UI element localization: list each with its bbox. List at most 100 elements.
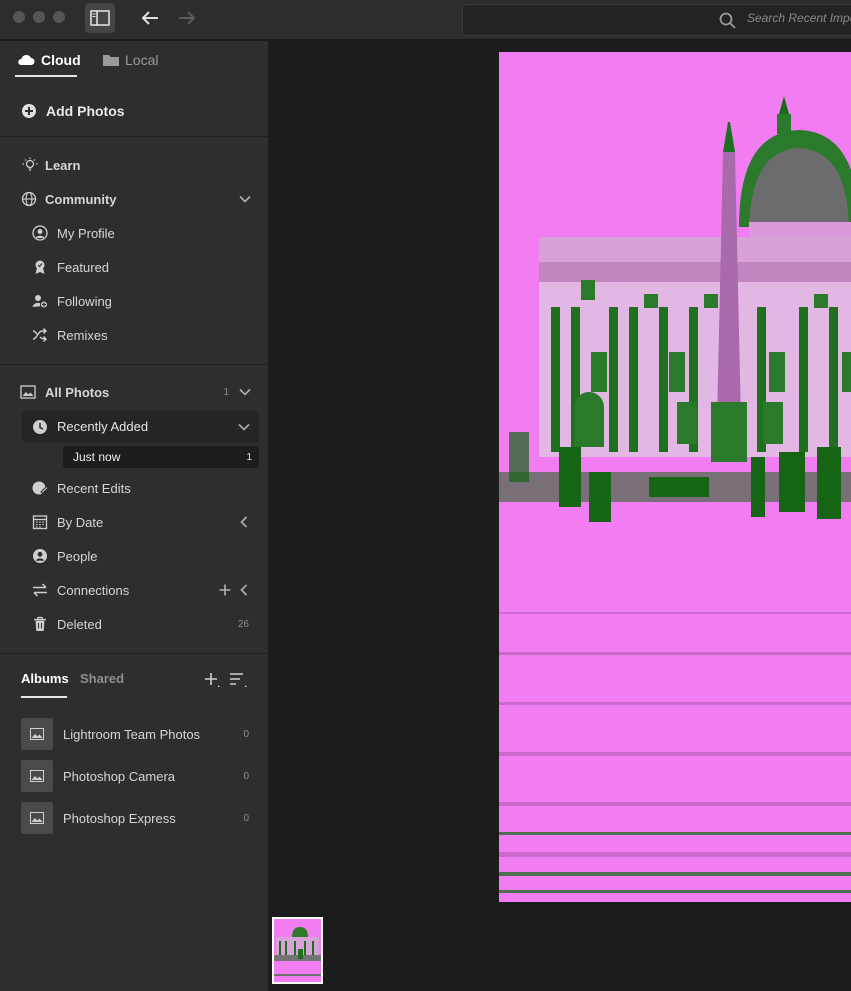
sidebar-item-following[interactable]: Following — [0, 286, 269, 316]
tab-local[interactable]: Local — [103, 52, 158, 68]
learn-label: Learn — [45, 157, 81, 173]
album-name: Photoshop Camera — [63, 768, 176, 784]
album-count: 0 — [243, 770, 249, 782]
cloud-icon — [18, 54, 35, 65]
photo-library-icon — [20, 384, 36, 400]
divider — [0, 136, 269, 137]
sidebar-item-learn[interactable]: Learn — [0, 150, 269, 180]
search-input[interactable] — [747, 11, 851, 25]
all-photos-label: All Photos — [45, 384, 110, 400]
chevron-left-icon[interactable] — [240, 584, 248, 596]
arrow-left-icon — [141, 11, 158, 25]
my-profile-label: My Profile — [57, 225, 115, 241]
community-label: Community — [45, 191, 117, 207]
search-field[interactable] — [462, 4, 851, 36]
award-icon — [32, 259, 48, 275]
sidebar-item-community[interactable]: Community — [0, 184, 269, 214]
people-label: People — [57, 548, 98, 564]
sidebar-item-people[interactable]: People — [0, 541, 269, 571]
albums-tab-indicator — [21, 696, 67, 698]
sidebar-item-remixes[interactable]: Remixes — [0, 320, 269, 350]
sidebar-item-deleted[interactable]: Deleted 26 — [0, 609, 269, 639]
folder-icon — [103, 55, 119, 66]
edit-badge-icon — [32, 480, 48, 496]
tab-active-indicator — [15, 75, 77, 77]
all-photos-count: 1 — [223, 386, 229, 398]
chevron-down-icon[interactable] — [238, 423, 250, 431]
lightbulb-icon — [22, 157, 38, 173]
back-button[interactable] — [135, 3, 165, 33]
tab-albums[interactable]: Albums — [21, 671, 69, 686]
album-image-icon — [21, 718, 53, 750]
album-item[interactable]: Lightroom Team Photos 0 — [0, 718, 269, 750]
sidebar-item-recent-edits[interactable]: Recent Edits — [0, 473, 269, 503]
albums-tabs: Albums Shared — [0, 666, 269, 702]
photo-image — [499, 52, 851, 902]
title-bar — [0, 0, 851, 40]
source-tabs: Cloud Local — [0, 41, 269, 86]
sidebar-item-featured[interactable]: Featured — [0, 252, 269, 282]
just-now-count: 1 — [246, 451, 252, 463]
connections-icon — [32, 582, 48, 598]
recent-edits-label: Recent Edits — [57, 480, 131, 496]
just-now-label: Just now — [73, 450, 121, 464]
search-icon — [719, 12, 736, 29]
album-image-icon — [21, 760, 53, 792]
close-window-button[interactable] — [13, 11, 25, 23]
filmstrip-thumbnail[interactable] — [272, 917, 323, 984]
chevron-left-icon[interactable] — [240, 516, 248, 528]
album-name: Lightroom Team Photos — [63, 726, 201, 742]
plus-icon[interactable] — [219, 584, 231, 596]
sidebar-item-recently-added[interactable]: Recently Added — [22, 411, 259, 443]
plus-circle-icon — [21, 103, 37, 119]
album-item[interactable]: Photoshop Camera 0 — [0, 760, 269, 792]
thumbnail-image — [274, 919, 321, 982]
divider — [0, 653, 269, 654]
sidebar-item-connections[interactable]: Connections — [0, 575, 269, 605]
forward-button[interactable] — [172, 3, 202, 33]
connections-label: Connections — [57, 582, 130, 598]
trash-icon — [32, 616, 48, 632]
album-image-icon — [21, 802, 53, 834]
add-album-icon[interactable] — [204, 672, 222, 688]
profile-icon — [32, 225, 48, 241]
calendar-icon — [32, 514, 48, 530]
remix-icon — [32, 327, 48, 343]
deleted-label: Deleted — [57, 616, 102, 632]
sidebar-item-by-date[interactable]: By Date — [0, 507, 269, 537]
tab-shared[interactable]: Shared — [80, 671, 124, 686]
chevron-down-icon[interactable] — [239, 388, 251, 396]
album-name: Photoshop Express — [63, 810, 176, 826]
sidebar-item-all-photos[interactable]: All Photos 1 — [0, 377, 269, 407]
by-date-label: By Date — [57, 514, 104, 530]
album-count: 0 — [243, 812, 249, 824]
tab-local-label: Local — [125, 52, 159, 68]
main-photo[interactable] — [499, 52, 851, 902]
sidebar-item-just-now[interactable]: Just now 1 — [63, 446, 259, 468]
tab-cloud[interactable]: Cloud — [17, 52, 81, 68]
featured-label: Featured — [57, 259, 110, 275]
photo-view — [270, 41, 851, 991]
add-photos-label: Add Photos — [46, 103, 125, 119]
recently-added-label: Recently Added — [57, 419, 149, 434]
album-item[interactable]: Photoshop Express 0 — [0, 802, 269, 834]
sort-icon[interactable] — [229, 672, 249, 688]
sidebar-panel-icon — [90, 10, 110, 26]
sidebar: Cloud Local Add Photos Learn Community M… — [0, 41, 269, 991]
toggle-panel-button[interactable] — [85, 3, 115, 33]
tab-cloud-label: Cloud — [41, 52, 81, 68]
divider — [0, 364, 269, 365]
zoom-window-button[interactable] — [53, 11, 65, 23]
globe-icon — [21, 191, 37, 207]
add-photos-button[interactable]: Add Photos — [0, 96, 269, 126]
album-count: 0 — [243, 728, 249, 740]
remixes-label: Remixes — [57, 327, 108, 343]
follow-user-icon — [32, 293, 48, 309]
chevron-down-icon[interactable] — [239, 195, 251, 203]
sidebar-item-my-profile[interactable]: My Profile — [0, 218, 269, 248]
following-label: Following — [57, 293, 112, 309]
deleted-count: 26 — [237, 618, 249, 630]
arrow-right-icon — [179, 11, 196, 25]
person-icon — [32, 548, 48, 564]
minimize-window-button[interactable] — [33, 11, 45, 23]
